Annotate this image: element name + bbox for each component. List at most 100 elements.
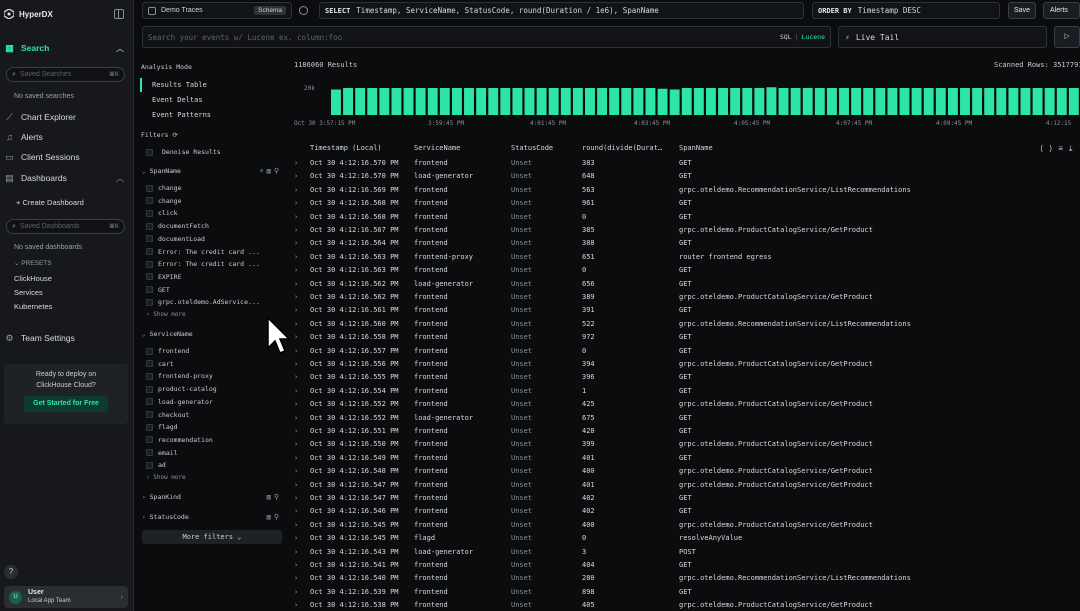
filter-group-spankind[interactable]: › SpanKind ▥⚲ xyxy=(142,493,282,501)
expand-row-icon[interactable]: › xyxy=(294,293,298,301)
filter-checkbox[interactable] xyxy=(146,273,153,281)
table-row[interactable]: › Oct 30 4:12:16.546 PM frontend Unset 402 GE… xyxy=(294,505,1080,518)
filter-option-servicename[interactable]: flagd xyxy=(146,423,178,431)
filter-checkbox[interactable] xyxy=(146,197,153,205)
filter-option-spanname[interactable]: GET xyxy=(146,286,170,294)
expand-row-icon[interactable]: › xyxy=(294,360,298,368)
column-header[interactable]: round(divide(Durat… xyxy=(582,144,662,152)
mode-event-deltas[interactable]: Event Deltas xyxy=(152,96,203,104)
histogram-bar[interactable] xyxy=(899,88,910,115)
filter-option-servicename[interactable]: load-generator xyxy=(146,398,213,406)
live-tail-button[interactable]: ⚡ Live Tail xyxy=(838,26,1047,48)
filter-option-servicename[interactable]: ad xyxy=(146,461,166,469)
histogram-bar[interactable] xyxy=(645,88,656,115)
expand-row-icon[interactable]: › xyxy=(294,333,298,341)
filter-checkbox[interactable] xyxy=(146,360,153,368)
filter-option-servicename[interactable]: cart xyxy=(146,360,174,368)
table-row[interactable]: › Oct 30 4:12:16.558 PM frontend Unset 972 GE… xyxy=(294,331,1080,344)
histogram-bar[interactable] xyxy=(536,88,547,115)
expand-row-icon[interactable]: › xyxy=(294,454,298,462)
lang-lucene[interactable]: Lucene xyxy=(802,33,825,41)
histogram-bar[interactable] xyxy=(464,88,474,115)
results-histogram[interactable]: 20k Oct 30 3:57:15 PM 3:59:45 PM 4:01:45 PM… xyxy=(294,82,1080,127)
search-query-input[interactable]: Search your events w/ Lucene ex. column:… xyxy=(142,26,831,48)
histogram-bar[interactable] xyxy=(984,88,995,115)
table-row[interactable]: › Oct 30 4:12:16.570 PM load-generator Unse… xyxy=(294,170,1080,183)
filter-checkbox[interactable] xyxy=(146,286,153,294)
expand-row-icon[interactable]: › xyxy=(294,507,298,515)
expand-row-icon[interactable]: › xyxy=(294,213,298,221)
table-row[interactable]: › Oct 30 4:12:16.540 PM frontend Unset 280 gr… xyxy=(294,572,1080,585)
table-row[interactable]: › Oct 30 4:12:16.560 PM frontend Unset 522 gr… xyxy=(294,318,1080,331)
histogram-bar[interactable] xyxy=(451,88,462,115)
histogram-bar[interactable] xyxy=(524,88,535,115)
filter-option-servicename[interactable]: frontend xyxy=(146,347,189,355)
expand-row-icon[interactable]: › xyxy=(294,387,298,395)
histogram-bar[interactable] xyxy=(802,88,813,115)
histogram-bar[interactable] xyxy=(863,88,874,115)
expand-row-icon[interactable]: › xyxy=(294,414,298,422)
show-more-servicename[interactable]: › Show more xyxy=(146,474,186,481)
filter-option-spanname[interactable]: Error: The credit card ... xyxy=(146,248,260,256)
filter-checkbox[interactable] xyxy=(146,298,153,306)
histogram-bar[interactable] xyxy=(585,88,595,115)
histogram-bar[interactable] xyxy=(923,88,934,115)
expand-row-icon[interactable]: › xyxy=(294,574,298,582)
histogram-bar[interactable] xyxy=(1032,88,1043,115)
table-row[interactable]: › Oct 30 4:12:16.547 PM frontend Unset 402 GE… xyxy=(294,492,1080,505)
histogram-bar[interactable] xyxy=(935,88,946,115)
histogram-bar[interactable] xyxy=(1008,88,1019,115)
table-row[interactable]: › Oct 30 4:12:16.551 PM frontend Unset 428 GE… xyxy=(294,425,1080,438)
save-button[interactable]: Save xyxy=(1008,2,1036,19)
expand-row-icon[interactable]: › xyxy=(294,494,298,502)
filter-group-servicename[interactable]: ⌄ ServiceName ⌕▥ xyxy=(142,330,282,338)
filter-option-spanname[interactable]: change xyxy=(146,184,181,192)
table-row[interactable]: › Oct 30 4:12:16.556 PM frontend Unset 394 gr… xyxy=(294,358,1080,371)
histogram-bar[interactable] xyxy=(1044,88,1055,115)
presets-header[interactable]: ⌄ PRESETS xyxy=(14,259,52,267)
sidebar-collapse-icon[interactable] xyxy=(114,9,124,19)
histogram-bar[interactable] xyxy=(718,88,728,115)
histogram-bar[interactable] xyxy=(875,88,886,115)
table-row[interactable]: › Oct 30 4:12:16.563 PM frontend-proxy Unse… xyxy=(294,251,1080,264)
chevron-up-icon[interactable]: ︿ xyxy=(116,43,124,54)
filter-option-servicename[interactable]: email xyxy=(146,449,178,457)
download-icon[interactable]: ⤓ xyxy=(1069,144,1079,153)
histogram-bar[interactable] xyxy=(427,88,438,115)
filter-option-servicename[interactable]: product-catalog xyxy=(146,385,217,393)
filter-option-servicename[interactable]: checkout xyxy=(146,411,189,419)
table-row[interactable]: › Oct 30 4:12:16.548 PM frontend Unset 400 gr… xyxy=(294,465,1080,478)
filter-group-statuscode[interactable]: › StatusCode ▥⚲ xyxy=(142,513,282,521)
column-header[interactable]: SpanName xyxy=(679,144,713,152)
table-row[interactable]: › Oct 30 4:12:16.557 PM frontend Unset 0 GET xyxy=(294,345,1080,358)
histogram-bar[interactable] xyxy=(754,88,765,115)
nav-alerts[interactable]: ♫ Alerts xyxy=(4,129,128,145)
mode-event-patterns[interactable]: Event Patterns xyxy=(152,111,211,119)
histogram-bar[interactable] xyxy=(960,88,970,115)
denoise-checkbox[interactable] xyxy=(146,148,153,156)
filter-checkbox[interactable] xyxy=(146,461,153,469)
show-more-spanname[interactable]: › Show more xyxy=(146,311,186,318)
denoise-toggle[interactable]: Denoise Results xyxy=(146,148,221,156)
expand-row-icon[interactable]: › xyxy=(294,373,298,381)
histogram-bar[interactable] xyxy=(621,88,632,115)
table-row[interactable]: › Oct 30 4:12:16.568 PM frontend Unset 0 GET xyxy=(294,211,1080,224)
order-by-input[interactable]: ORDER BY Timestamp DESC xyxy=(812,2,1000,19)
histogram-bar[interactable] xyxy=(476,88,487,115)
histogram-bar[interactable] xyxy=(1068,88,1079,115)
expand-row-icon[interactable]: › xyxy=(294,266,298,274)
query-language-toggle[interactable]: SQL | Lucene xyxy=(780,33,825,41)
histogram-bar[interactable] xyxy=(403,88,414,115)
expand-row-icon[interactable]: › xyxy=(294,172,298,180)
histogram-bar[interactable] xyxy=(355,88,366,115)
preset-clickhouse[interactable]: ClickHouse xyxy=(14,274,52,283)
table-row[interactable]: › Oct 30 4:12:16.564 PM frontend Unset 388 GE… xyxy=(294,237,1080,250)
filter-checkbox[interactable] xyxy=(146,209,153,217)
filter-option-servicename[interactable]: frontend-proxy xyxy=(146,372,213,380)
filter-option-spanname[interactable]: documentLoad xyxy=(146,235,205,243)
table-row[interactable]: › Oct 30 4:12:16.552 PM frontend Unset 425 gr… xyxy=(294,398,1080,411)
column-header[interactable]: ServiceName xyxy=(414,144,460,152)
table-row[interactable]: › Oct 30 4:12:16.550 PM frontend Unset 399 gr… xyxy=(294,438,1080,451)
expand-row-icon[interactable]: › xyxy=(294,159,298,167)
preset-kubernetes[interactable]: Kubernetes xyxy=(14,302,52,311)
